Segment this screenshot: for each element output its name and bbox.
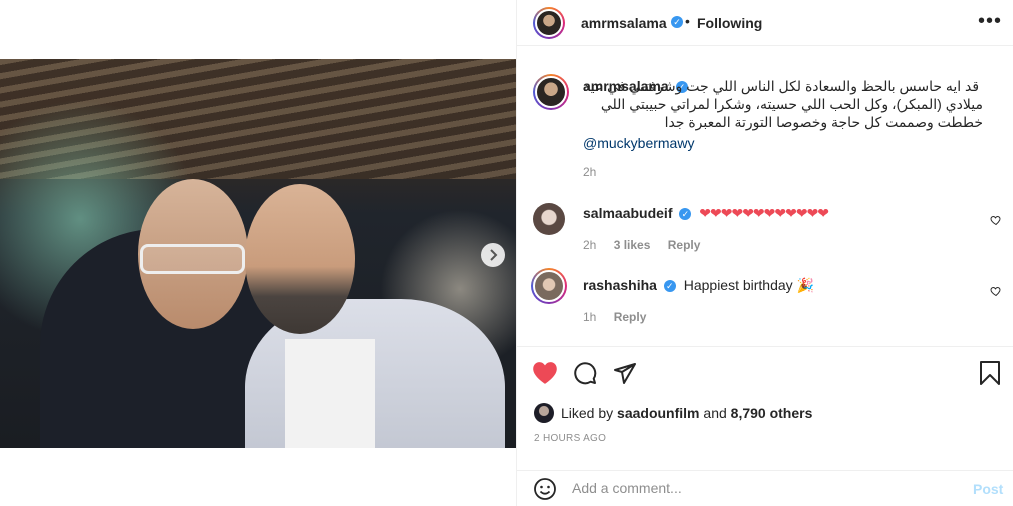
post-header: amrmsalama ✓ • Following ••• [517,0,1013,46]
comment-line: rashashiha ✓ Happiest birthday 🎉 [583,277,814,294]
comment-meta: 2h 3 likes Reply [583,238,714,252]
reply-button[interactable]: Reply [668,238,701,252]
likes-prefix: Liked by [561,405,614,421]
post-comment-button[interactable]: Post [973,481,1003,497]
add-comment-input[interactable] [572,480,952,496]
comment-likes[interactable]: 3 likes [614,238,651,252]
comment-meta: 1h Reply [583,310,660,324]
commenter-avatar-image [533,270,565,302]
reply-button[interactable]: Reply [614,310,647,324]
instagram-post-modal: amrmsalama ✓ • Following ••• amrmsalama … [0,0,1013,506]
comment-username[interactable]: salmaabudeif [583,205,672,221]
chevron-right-icon[interactable] [481,243,505,267]
verified-badge-icon: ✓ [679,208,692,221]
bookmark-icon[interactable] [979,361,1001,385]
add-comment-bar: Post [517,470,1013,506]
more-options-icon[interactable]: ••• [978,10,1002,33]
caption-body: قد ايه حاسس بالحظ والسعادة لكل الناس الل… [583,78,983,130]
liker-avatar[interactable] [534,403,554,423]
caption-text: قد ايه حاسس بالحظ والسعادة لكل الناس الل… [583,77,983,131]
verified-badge-icon: ✓ [671,16,683,28]
paper-plane-icon[interactable] [613,361,637,385]
post-actions: Liked by saadounfilm and 8,790 others 2 … [517,346,1013,476]
heart-icon[interactable] [532,361,558,385]
likes-conjunction: and [703,405,727,421]
author-username[interactable]: amrmsalama [581,15,667,31]
caption-avatar-image [535,76,567,108]
following-button[interactable]: Following [697,15,762,31]
photo-person-right-head [245,184,355,334]
photo-person-right-shirt [285,339,375,448]
comment-time[interactable]: 2h [583,238,596,252]
verified-badge-icon: ✓ [663,280,676,293]
comment-like-heart-icon[interactable] [990,285,1002,297]
commenter-avatar[interactable] [533,203,565,235]
post-timestamp[interactable]: 2 HOURS AGO [534,433,606,444]
caption-mention-link[interactable]: @muckybermawy [583,135,694,151]
liker-username[interactable]: saadounfilm [617,405,699,421]
caption-avatar[interactable] [533,74,569,110]
post-photo[interactable] [0,59,516,448]
comment-like-heart-icon[interactable] [990,214,1002,226]
photo-glasses [140,244,245,274]
comment-line: salmaabudeif ✓ ❤❤❤❤❤❤❤❤❤❤❤❤ [583,205,829,222]
commenter-avatar[interactable] [531,268,567,304]
likes-summary: Liked by saadounfilm and 8,790 others [561,405,812,421]
likes-others-count[interactable]: 8,790 others [731,405,813,421]
comment-username[interactable]: rashashiha [583,277,657,293]
header-separator: • [685,13,690,29]
author-avatar-image [535,9,563,37]
post-side-panel: amrmsalama ✓ • Following ••• amrmsalama … [517,0,1013,506]
comment-time[interactable]: 1h [583,310,596,324]
comment-text: ❤❤❤❤❤❤❤❤❤❤❤❤ [699,205,829,221]
author-avatar[interactable] [533,7,565,39]
smiley-icon[interactable] [533,477,557,501]
comment-icon[interactable] [573,361,597,385]
caption-time[interactable]: 2h [583,165,596,179]
comment-text: Happiest birthday 🎉 [683,277,814,293]
